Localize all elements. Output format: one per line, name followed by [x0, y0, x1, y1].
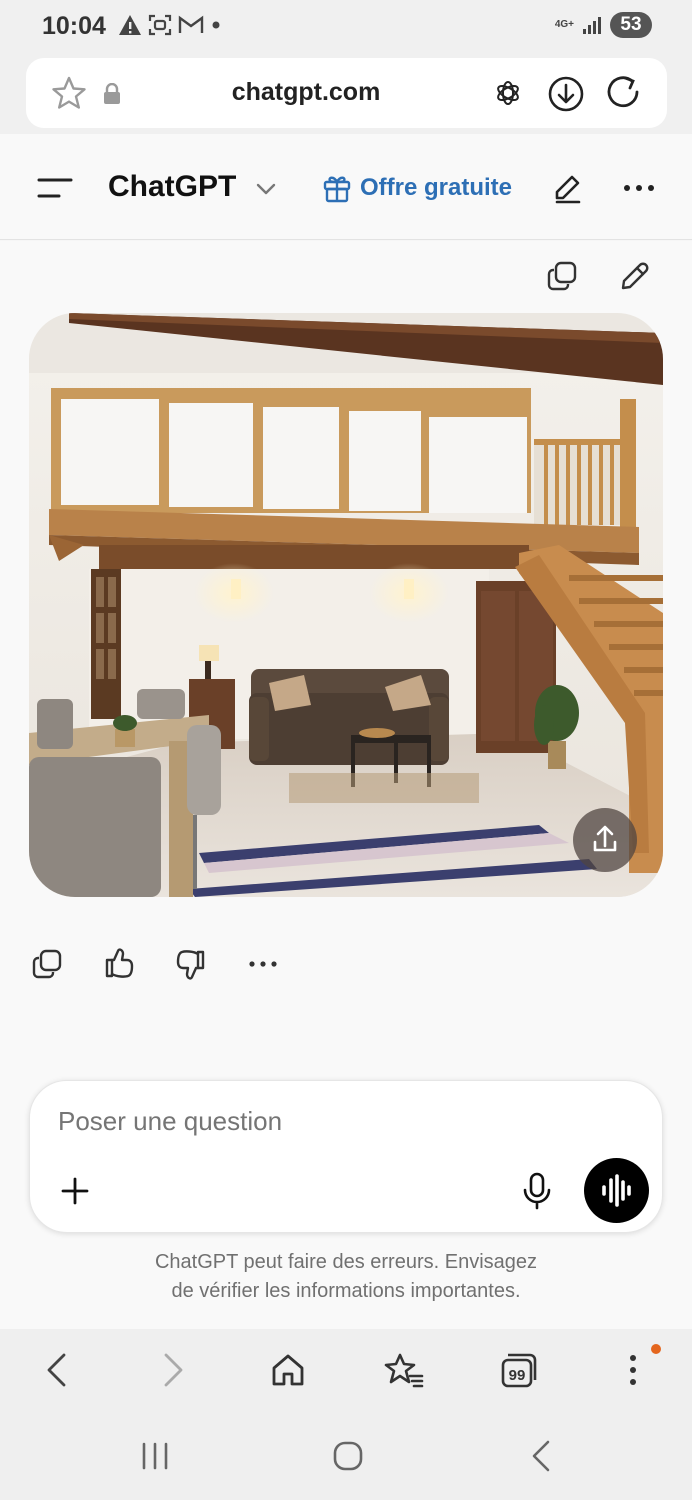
gift-icon [322, 173, 352, 203]
more-icon[interactable] [623, 184, 655, 192]
mic-icon[interactable] [522, 1172, 552, 1210]
back-icon[interactable] [44, 1352, 68, 1388]
bookmarks-icon[interactable] [384, 1352, 424, 1388]
recent-apps-icon[interactable] [140, 1442, 170, 1470]
gmail-icon [178, 15, 204, 35]
thumbs-down-icon[interactable] [175, 948, 207, 982]
voice-mode-button[interactable] [584, 1158, 649, 1223]
warning-icon [118, 14, 142, 36]
model-selector[interactable]: ChatGPT [108, 170, 236, 204]
signal-icon [582, 15, 602, 35]
status-system-icons: 4G+ 53 [555, 12, 652, 38]
download-icon[interactable] [548, 76, 584, 112]
disclaimer-line-1: ChatGPT peut faire des erreurs. Envisage… [154, 1251, 538, 1273]
prompt-input[interactable] [58, 1106, 538, 1137]
chevron-down-icon[interactable] [255, 182, 277, 196]
menu-notification-badge [651, 1344, 661, 1354]
generated-image[interactable] [29, 313, 663, 897]
disclaimer-line-2: de vérifier les informations importantes… [171, 1280, 521, 1302]
status-time: 10:04 [42, 12, 106, 40]
network-type: 4G+ [554, 19, 574, 30]
menu-icon[interactable] [37, 176, 73, 200]
screenshot-icon [148, 14, 172, 36]
menu-kebab-icon[interactable] [628, 1354, 638, 1386]
forward-icon[interactable] [162, 1352, 186, 1388]
composer [29, 1080, 663, 1233]
plus-icon[interactable] [60, 1176, 90, 1206]
disclaimer: ChatGPT peut faire des erreurs. Envisage… [60, 1248, 632, 1306]
edit-image-icon[interactable] [619, 260, 651, 292]
system-back-icon[interactable] [530, 1440, 552, 1472]
message-more-icon[interactable] [248, 960, 278, 968]
tabs-icon[interactable]: 99 [500, 1352, 538, 1388]
browser-bottom-bar [0, 1329, 692, 1500]
openai-icon[interactable] [494, 79, 522, 107]
copy-icon[interactable] [31, 948, 63, 980]
share-image-button[interactable] [573, 808, 637, 872]
copy-image-icon[interactable] [546, 260, 578, 292]
home-icon[interactable] [270, 1352, 306, 1388]
free-offer-button[interactable]: Offre gratuite [322, 173, 512, 203]
tabs-count: 99 [509, 1367, 526, 1384]
status-notification-icons [118, 14, 222, 36]
free-offer-label: Offre gratuite [360, 174, 513, 201]
battery-indicator: 53 [610, 12, 652, 38]
app-title: ChatGPT [108, 170, 237, 203]
thumbs-up-icon[interactable] [103, 946, 135, 980]
reload-icon[interactable] [606, 75, 642, 111]
dot-icon [210, 19, 222, 31]
new-chat-icon[interactable] [553, 172, 583, 204]
system-home-icon[interactable] [332, 1440, 364, 1472]
